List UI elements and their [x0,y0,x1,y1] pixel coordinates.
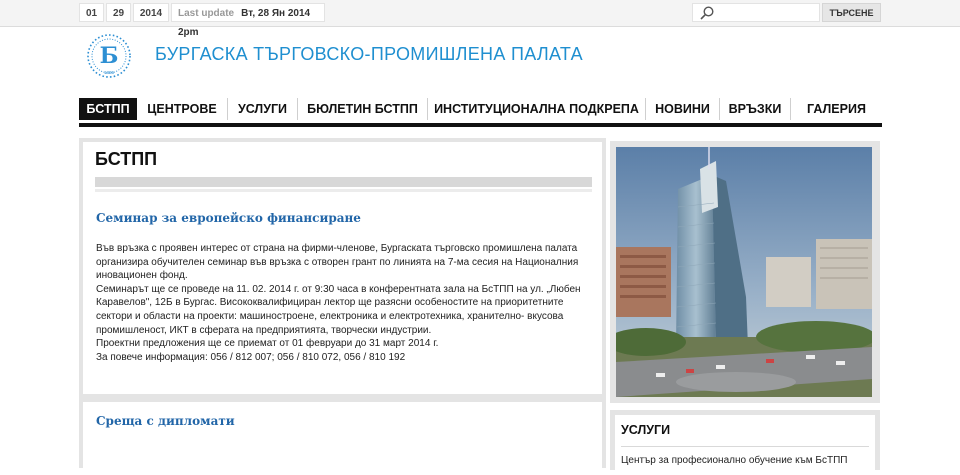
article-separator [83,394,602,402]
logo-year: 1895 [104,70,115,75]
article-line: За повече информация: 056 / 812 007; 056… [96,351,406,363]
search-input[interactable] [692,3,820,22]
date-month: 29 [106,3,131,22]
search-button[interactable]: ТЪРСЕНЕ [822,3,881,22]
sidebar-divider [621,446,869,447]
article-line: сектори и области на проекти: машиностро… [96,310,564,322]
second-article: Среща с дипломати [83,402,602,472]
nav-item-links[interactable]: ВРЪЗКИ [720,98,791,120]
building-photo[interactable] [616,147,872,397]
last-update: Last update Вт, 28 Ян 2014 2pm [171,3,325,38]
nav-item-institutional-support[interactable]: ИНСТИТУЦИОНАЛНА ПОДКРЕПА [428,98,646,120]
article-title[interactable]: Семинар за европейско финансиране [96,211,361,225]
main-nav: БСТПП ЦЕНТРОВЕ УСЛУГИ БЮЛЕТИН БСТПП ИНСТ… [79,96,882,127]
nav-item-bulletin[interactable]: БЮЛЕТИН БСТПП [298,98,428,120]
sidebar-services-heading: УСЛУГИ [621,423,671,437]
svg-text:Б: Б [100,43,119,69]
article-line: Проектни предложения ще се приемат от 01… [96,338,439,350]
chamber-logo[interactable]: Б 1895 [78,33,142,79]
date-year: 2014 [133,3,169,22]
article-line: промишленост, ИКТ в сферата на предприят… [96,324,432,336]
title-divider [95,177,592,187]
nav-item-centers[interactable]: ЦЕНТРОВЕ [137,98,228,120]
search-icon [700,6,714,20]
article-line: Във връзка с проявен интерес от страна н… [96,243,578,254]
last-update-label: Last update [178,8,235,19]
date-day: 01 [79,3,104,22]
nav-item-services[interactable]: УСЛУГИ [228,98,298,120]
sidebar-services: УСЛУГИ Център за професионално обучение … [610,410,880,475]
article-line: Каравелов", 12Б в Бургас. Висококвалифиц… [96,297,564,309]
nav-item-bstpp[interactable]: БСТПП [79,98,137,120]
article-title[interactable]: Среща с дипломати [96,414,235,428]
nav-item-gallery[interactable]: ГАЛЕРИЯ [791,98,882,120]
article-line: организира обучителен семинар във връзка… [96,256,579,268]
nav-item-news[interactable]: НОВИНИ [646,98,720,120]
sidebar-photo-frame [610,141,880,403]
site-title[interactable]: БУРГАСКА ТЪРГОВСКО-ПРОМИШЛЕНА ПАЛАТА [155,44,583,65]
article-line: иновационен фонд. [96,270,188,282]
page-title: БСТПП [95,149,158,169]
article-line: Семинарът ще се проведе на 11. 02. 2014 … [96,283,581,295]
sidebar-services-inner: УСЛУГИ Център за професионално обучение … [615,415,875,475]
title-divider-thin [95,189,592,192]
sidebar-service-link[interactable]: Център за професионално обучение към БсТ… [621,455,847,466]
main-content-panel: БСТПП Семинар за европейско финансиране … [79,138,606,472]
top-bar: 01 29 2014 Last update Вт, 28 Ян 2014 2pm… [0,0,960,38]
article-body: Във връзка с проявен интерес от страна н… [96,242,596,364]
